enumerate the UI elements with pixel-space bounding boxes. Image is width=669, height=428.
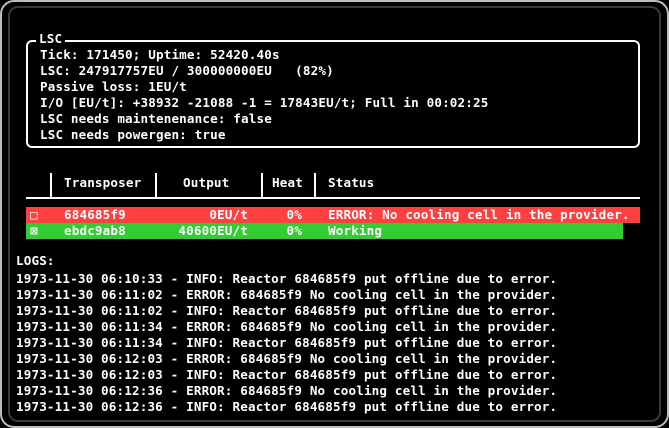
lsc-panel-title: LSC (36, 31, 66, 47)
row-checkbox[interactable]: ⊠ (30, 223, 38, 239)
column-separator (261, 173, 263, 199)
row-heat: 0% (286, 223, 302, 238)
log-line: 1973-11-30 06:12:03 - ERROR: 684685f9 No… (16, 351, 558, 366)
table-row[interactable]: ⊠ ebdc9ab8 40600EU/t 0% Working (26, 223, 623, 239)
table-header-rule (26, 197, 640, 199)
row-output: 0EU/t (209, 207, 248, 222)
lsc-passive-loss-line: Passive loss: 1EU/t (40, 79, 187, 94)
log-line: 1973-11-30 06:12:03 - INFO: Reactor 6846… (16, 367, 558, 382)
header-transposer: Transposer (64, 175, 142, 190)
row-status: Working (328, 223, 383, 238)
log-line: 1973-11-30 06:12:36 - INFO: Reactor 6846… (16, 399, 558, 414)
header-status: Status (328, 175, 375, 190)
lsc-powergen-line: LSC needs powergen: true (40, 127, 226, 142)
log-line: 1973-11-30 06:10:33 - INFO: Reactor 6846… (16, 271, 558, 286)
table-row[interactable]: □ 684685f9 0EU/t 0% ERROR: No cooling ce… (26, 207, 640, 223)
lsc-io-line: I/O [EU/t]: +38932 -21088 -1 = 17843EU/t… (40, 95, 489, 110)
header-heat: Heat (272, 175, 303, 190)
header-output: Output (183, 175, 230, 190)
lsc-maintenance-line: LSC needs maintenenance: false (40, 111, 272, 126)
column-separator (314, 173, 316, 199)
row-output: 40600EU/t (178, 223, 248, 238)
row-status: ERROR: No cooling cell in the provider. (328, 207, 630, 222)
log-line: 1973-11-30 06:11:34 - ERROR: 684685f9 No… (16, 319, 558, 334)
log-line: 1973-11-30 06:11:34 - INFO: Reactor 6846… (16, 335, 558, 350)
lsc-tick-line: Tick: 171450; Uptime: 52420.40s (40, 47, 280, 62)
column-separator (50, 173, 52, 199)
row-checkbox[interactable]: □ (30, 207, 38, 223)
log-line: 1973-11-30 06:11:02 - INFO: Reactor 6846… (16, 303, 558, 318)
log-line: 1973-11-30 06:12:36 - ERROR: 684685f9 No… (16, 383, 558, 398)
row-transposer: 684685f9 (64, 207, 126, 222)
row-heat: 0% (286, 207, 302, 222)
log-line: 1973-11-30 06:11:02 - ERROR: 684685f9 No… (16, 287, 558, 302)
column-separator (155, 173, 157, 199)
lsc-storage-line: LSC: 247917757EU / 300000000EU (82%) (40, 63, 334, 78)
row-transposer: ebdc9ab8 (64, 223, 126, 238)
logs-title: LOGS: (16, 253, 55, 268)
